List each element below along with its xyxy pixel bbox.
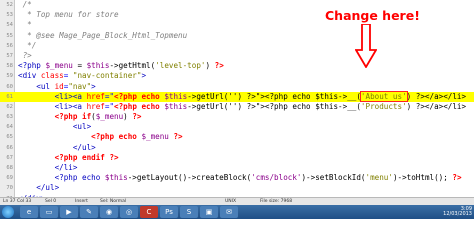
status-mode: Sel: Normal [100,199,127,204]
line-number: 55 [6,32,13,39]
media-player-icon[interactable]: ▶ [60,206,78,218]
status-selection: Sel 0 [45,199,57,204]
annotation-label: Change here! [325,8,420,23]
skype-icon[interactable]: S [180,206,198,218]
code-line[interactable]: 56 */ [0,41,474,51]
line-text: * Top menu for store [18,10,119,20]
editor-app-icon[interactable]: ✎ [80,206,98,218]
code-line[interactable]: 64 <ul> [0,122,474,132]
code-line[interactable]: 60 <ul id="nav"> [0,82,474,92]
line-text: </li> [18,163,78,172]
folder-icon[interactable]: ▭ [40,206,58,218]
about-us-string: 'About us' [359,90,408,102]
status-filesize: File size: 7968 [260,199,293,204]
system-tray-clock[interactable]: 3:09 12/03/2013 [443,207,472,217]
line-number: 62 [6,103,13,110]
start-button[interactable] [2,206,14,218]
chat-icon[interactable]: ✉ [220,206,238,218]
code-line[interactable]: 63 <?php if($_menu) ?> [0,112,474,122]
chrome-icon[interactable]: ◎ [120,206,138,218]
down-arrow-icon [355,24,377,68]
line-text: /* [18,0,32,9]
code-line[interactable]: 57 ?> [0,51,474,61]
line-text: <?php echo $_menu ?> [91,132,183,142]
code-line[interactable]: 61 <li><a href="<?php echo $this->getUrl… [0,90,474,102]
code-line[interactable]: 69 <?php echo $this->getLayout()->create… [0,173,474,183]
line-text: <li><a href="<?php echo $this->getUrl(''… [18,101,467,111]
line-text: <?php $_menu = $this->getHtml('level-top… [18,61,224,71]
line-number: 60 [6,83,13,90]
line-number: 70 [6,185,13,192]
line-number: 57 [6,52,13,59]
code-line[interactable]: 70 </ul> [0,183,474,193]
status-eol: UNIX [225,199,237,204]
line-number: 56 [6,42,13,49]
code-line[interactable]: 62 <li><a href="<?php echo $this->getUrl… [0,102,474,112]
line-text: <div class= "nav-container"> [18,71,147,81]
line-number: 59 [6,73,13,80]
line-number: 61 [0,91,13,102]
code-line[interactable]: 66 </ul> [0,143,474,153]
code-line[interactable]: 68 </li> [0,163,474,173]
line-text: <ul> [18,122,92,132]
line-text: ?> [18,50,32,60]
line-text: * [18,20,32,30]
status-position: Ln 37 Col 33 [3,199,32,204]
line-text: <?php endif ?> [54,152,119,162]
line-number: 52 [6,2,13,8]
line-text: </ul> [18,183,60,193]
status-insert: Insert [75,199,88,204]
code-line[interactable]: 65 <?php echo $_menu ?> [0,132,474,142]
line-number: 53 [6,12,13,19]
code-line[interactable]: 58 <?php $_menu = $this->getHtml('level-t… [0,61,474,71]
code-line[interactable]: 59 <div class= "nav-container"> [0,71,474,81]
taskbar: e ▭ ▶ ✎ ◉ ◎ C Ps S ▣ ✉ 3:09 12/03/2013 [0,205,474,219]
line-number: 65 [6,134,13,141]
line-text: * @see Mage_Page_Block_Html_Topmenu [18,30,188,40]
firefox-icon[interactable]: ◉ [100,206,118,218]
terminal-icon[interactable]: ▣ [200,206,218,218]
code-line[interactable]: 55 * @see Mage_Page_Block_Html_Topmenu [0,31,474,41]
code-editor[interactable]: 52 /* 53 * Top menu for store 54 * 55 * @se… [0,0,474,203]
status-bar: Ln 37 Col 33 Sel 0 Insert Sel: Normal UN… [0,197,474,205]
line-text: <?php if($_menu) ?> [54,112,142,122]
line-number: 66 [6,144,13,151]
line-text: <?php echo $this->getLayout()->createBlo… [18,173,462,183]
line-number: 68 [6,165,13,171]
ie-icon[interactable]: e [20,206,38,218]
line-number: 54 [6,22,13,29]
photoshop-icon[interactable]: Ps [160,206,178,218]
line-number: 64 [6,124,13,131]
line-text: </ul> [18,142,96,152]
code-area[interactable]: 52 /* 53 * Top menu for store 54 * 55 * @se… [0,0,474,204]
code-line[interactable]: 67 <?php endif ?> [0,153,474,163]
line-number: 69 [6,175,13,182]
line-number: 63 [6,114,13,121]
line-text: <li><a href="<?php echo $this->getUrl(''… [18,90,467,102]
line-number: 58 [6,63,13,70]
products-string: 'Products' [360,101,407,111]
app-c-icon[interactable]: C [140,206,158,218]
line-text: */ [18,40,37,50]
line-number: 67 [6,154,13,161]
line-text: <ul id="nav"> [18,81,96,91]
